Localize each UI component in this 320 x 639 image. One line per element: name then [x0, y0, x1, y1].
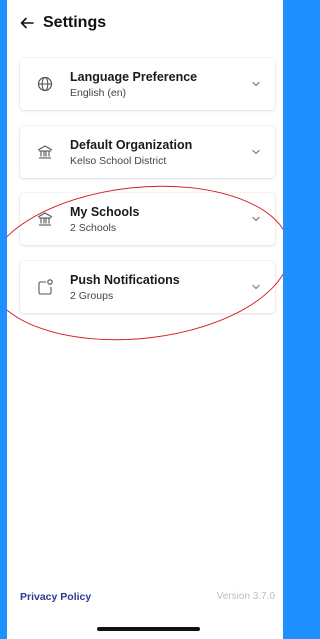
card-label: My Schools	[70, 204, 140, 219]
chevron-down-icon[interactable]	[249, 145, 263, 159]
version-text: Version 3.7.0	[216, 591, 275, 602]
my-schools-card[interactable]: My Schools 2 Schools	[20, 193, 275, 245]
card-label: Push Notifications	[70, 272, 180, 287]
default-organization-card[interactable]: Default Organization Kelso School Distri…	[20, 126, 275, 178]
card-subtitle: Kelso School District	[70, 154, 167, 167]
privacy-policy-link[interactable]: Privacy Policy	[20, 591, 91, 603]
card-subtitle: 2 Schools	[70, 221, 117, 234]
back-arrow-icon[interactable]	[19, 15, 35, 31]
notification-icon	[34, 276, 56, 298]
chevron-down-icon[interactable]	[249, 212, 263, 226]
settings-screen: Settings Language Preference English (en…	[7, 0, 283, 639]
home-indicator	[97, 627, 200, 631]
card-subtitle: English (en)	[70, 86, 127, 99]
card-label: Language Preference	[70, 69, 198, 84]
push-notifications-card[interactable]: Push Notifications 2 Groups	[20, 261, 275, 313]
card-label: Default Organization	[70, 137, 193, 152]
globe-icon	[34, 73, 56, 95]
page-title: Settings	[43, 14, 107, 31]
chevron-down-icon[interactable]	[249, 280, 263, 294]
school-icon	[34, 208, 56, 230]
language-preference-card[interactable]: Language Preference English (en)	[20, 58, 275, 110]
header: Settings	[7, 0, 283, 46]
card-subtitle: 2 Groups	[70, 289, 114, 302]
chevron-down-icon[interactable]	[249, 77, 263, 91]
school-icon	[34, 141, 56, 163]
